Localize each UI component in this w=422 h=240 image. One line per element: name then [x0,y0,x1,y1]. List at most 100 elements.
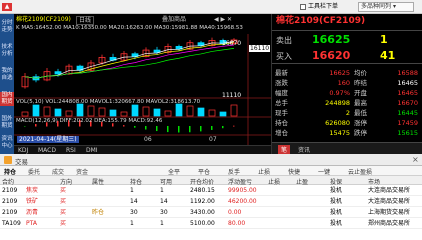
chart-tool-icons[interactable]: ◀ ▶ ✕ [214,16,232,23]
bid-price[interactable]: 16620 [312,49,350,62]
macd-bar [134,126,136,128]
stat-label: 最高 [354,99,367,107]
quote-stat-row: 现手 2 最低 16445 [272,108,422,118]
stat-value: 160 [337,79,350,87]
contract-name: PTA [26,220,37,227]
table-cell: 2480.15 [190,187,215,194]
tab-positions[interactable]: 持仓 [4,167,16,176]
column-header[interactable]: 投保 [330,177,342,186]
volume-bar [197,107,205,117]
column-header[interactable]: 合约 [2,177,14,186]
table-cell: 14 [130,198,138,205]
macd-bar [167,126,169,133]
column-header[interactable]: 方向 [60,177,72,186]
indicator-tab-rsi[interactable]: RSI [66,147,76,154]
indicator-tab-kdj[interactable]: KDJ [18,147,28,154]
table-header: 合约 方向 属性 持仓 可用 开仓均价 浮动盈亏 止损 止盈 投保 市场 [0,176,422,186]
one-click-button[interactable]: 一键 [318,167,330,176]
macd-bar [200,126,202,132]
quote-tab-news[interactable]: 资讯 [298,145,310,154]
column-header[interactable]: 持仓 [130,177,142,186]
left-nav-item[interactable]: 我的自选 [0,68,14,82]
stat-value: 16670 [397,99,418,107]
table-cell: 大连商品交易所 [368,198,411,205]
column-header[interactable]: 属性 [92,177,104,186]
cloud-tp-sl-button[interactable]: 云止盈损 [348,167,372,176]
table-cell: 46200.00 [228,198,257,205]
table-cell: 1 [130,187,134,194]
overlay-button[interactable]: 叠加商品 [162,16,186,23]
quick-button[interactable]: 快捷 [288,167,300,176]
quote-stat-row: 总手 244898 最高 16670 [272,98,422,108]
macd-bar [211,126,213,130]
price-label-current: 16110 [249,45,271,52]
table-cell: 买 [60,187,67,194]
left-nav-item[interactable]: 分时走势 [0,20,14,34]
volume-bar [120,111,128,117]
close-all-button[interactable]: 全平 [168,167,180,176]
volume-bar [219,111,227,117]
stop-loss-button[interactable]: 止损 [258,167,270,176]
table-row[interactable]: 2109 买 1 1 2480.15 99905.00 投机 大连商品交易所 焦炭 [0,186,422,196]
indicator-tab-dmi[interactable]: DMI [86,147,98,154]
stat-value: 16625 [329,69,350,77]
macd-bar [145,126,147,130]
price-label-low: 11110 [222,92,242,99]
checkbox-icon[interactable] [300,3,306,10]
column-header[interactable]: 止损 [268,177,280,186]
column-header[interactable]: 止盈 [296,177,308,186]
table-cell: 2109 [2,209,18,216]
order-book: 卖出 16625 1 买入 16620 41 [272,30,422,64]
macd-bar [24,126,26,127]
table-cell: 昨仓 [92,209,105,216]
left-nav-item[interactable]: 技术分析 [0,44,14,58]
volume-bar [32,104,40,117]
volume-bar [153,108,161,117]
table-cell: 2109 [2,198,18,205]
panel-header: 交易 × [0,154,422,166]
volume-bar [43,106,51,117]
stat-label: 总手 [275,99,288,107]
table-cell: 投机 [330,187,343,194]
kline-chart[interactable]: 棉花2109(CF2109) 日线 叠加商品 ◀ ▶ ✕ K MA5:16452… [14,14,271,154]
close-position-button[interactable]: 平仓 [198,167,210,176]
table-cell: 1 [130,220,134,227]
column-header[interactable]: 市场 [368,177,380,186]
period-selector[interactable]: 日线 [76,16,95,25]
table-row[interactable]: TA109 买 1 1 5100.00 80.00 投机 郑州商品交易所 PTA [0,219,422,229]
stat-label: 现手 [275,109,288,117]
stat-value: 16445 [397,109,418,117]
stat-label: 涨跌 [275,79,288,87]
indicator-tab-macd[interactable]: MACD [38,147,56,154]
macd-bar [222,126,224,129]
table-cell: 郑州商品交易所 [368,220,411,227]
quote-tab-ticks[interactable]: 笔 [278,145,291,154]
left-nav-item[interactable]: 国外期货 [0,116,14,130]
left-nav-item[interactable]: 资讯中心 [0,136,14,150]
ma-indicator-line: K MA5:16452.00 MA10:16350.00 MA20:16263.… [16,25,243,31]
ask-price[interactable]: 16625 [312,33,350,46]
toolbar-order-toggle[interactable]: 工具栏下单 [300,3,338,11]
tab-fills[interactable]: 成交 [52,167,64,176]
stat-label: 昨结 [354,79,367,87]
column-header[interactable]: 可用 [160,177,172,186]
column-header[interactable]: 开仓均价 [190,177,214,186]
macd-bar [123,125,125,127]
stat-value: 626080 [325,119,350,127]
left-nav-item-active[interactable]: 国内期货 [0,92,14,106]
reverse-button[interactable]: 反手 [228,167,240,176]
volume-bar [164,110,172,117]
multi-symbol-dropdown[interactable]: 多品种同列 ▾ [358,2,414,12]
table-row[interactable]: 2109 买 14 14 1192.00 46200.00 投机 大连商品交易所 铁矿 [0,197,422,207]
table-row[interactable]: 2109 买 昨仓 30 30 3430.00 0.00 投机 上海期货交易所 沥青 [0,208,422,218]
ask-label: 卖出 [276,36,292,45]
stat-value: 15475 [329,129,350,137]
tab-funds[interactable]: 资金 [76,167,88,176]
close-icon[interactable]: × [412,155,419,164]
column-header[interactable]: 浮动盈亏 [228,177,252,186]
tab-orders[interactable]: 委托 [28,167,40,176]
quote-tabs: 笔 资讯 [272,142,422,154]
table-cell: 3430.00 [190,209,215,216]
quote-title: 棉花2109(CF2109) [276,16,366,26]
stat-value: 244898 [325,99,350,107]
